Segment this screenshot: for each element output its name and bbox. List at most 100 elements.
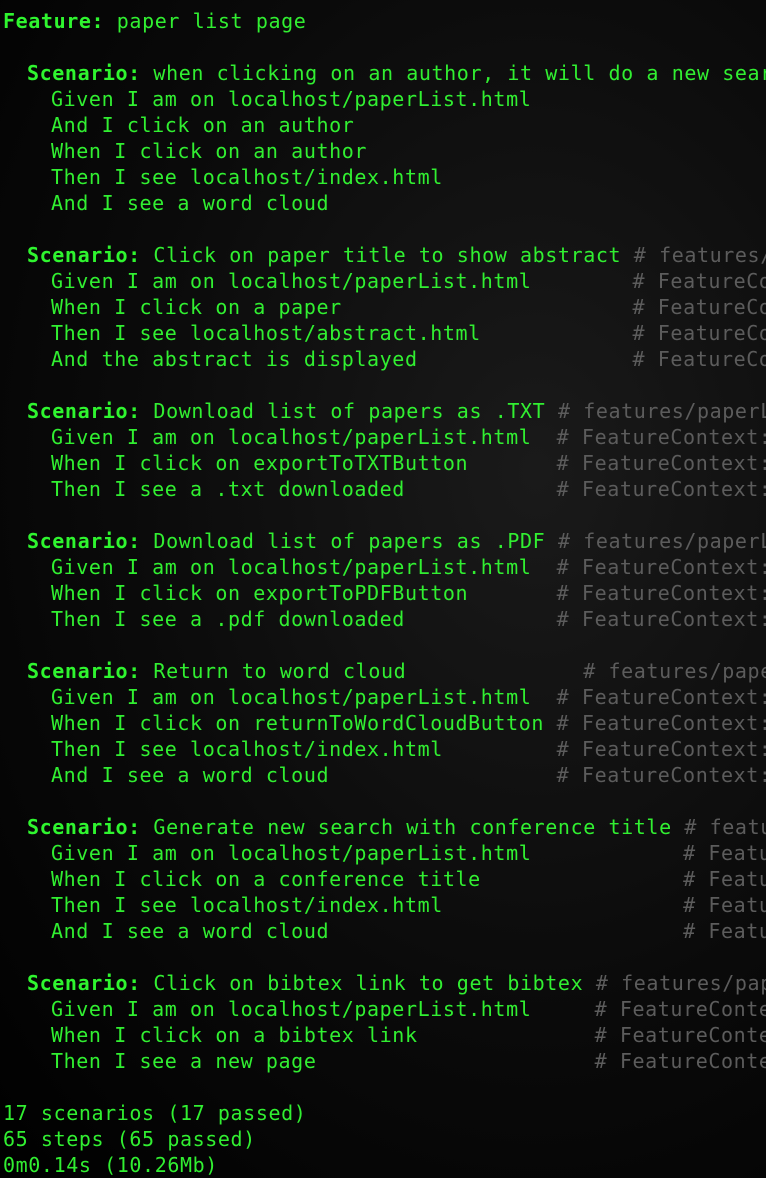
step-text: When I click on exportToPDFButton [51, 581, 557, 605]
step-line: Then I see localhost/index.html # Featur… [51, 892, 766, 918]
step-comment: # FeatureConte [632, 321, 766, 345]
scenario-title: Click on paper title to show abstract [140, 243, 634, 267]
summary-scenarios: 17 scenarios (17 passed) [3, 1101, 307, 1125]
step-comment: # FeatureContext: [594, 1023, 766, 1047]
step-line: And the abstract is displayed # FeatureC… [51, 346, 766, 372]
step-comment: # FeatureContext: [594, 1049, 766, 1073]
scenario-header: Scenario: Return to word cloud # feature… [27, 658, 766, 684]
scenario-comment: # features [684, 815, 766, 839]
step-text: When I click on exportToTXTButton [51, 451, 557, 475]
scenario-comment: # features/paperList [583, 659, 766, 683]
step-text: Then I see a .pdf downloaded [51, 607, 557, 631]
step-line: Then I see a new page # FeatureContext: [51, 1048, 766, 1074]
step-line: Then I see a .pdf downloaded # FeatureCo… [51, 606, 766, 632]
step-comment: # FeatureContext::iS [556, 763, 766, 787]
scenario-keyword: Scenario: [27, 659, 141, 683]
terminal-window: Feature: paper list page Scenario: when … [0, 0, 766, 1178]
step-line: Given I am on localhost/paperList.html #… [51, 840, 766, 866]
step-text: Then I see localhost/index.html [51, 893, 684, 917]
step-text: And I see a word cloud [51, 763, 557, 787]
step-text: Given I am on localhost/paperList.html [51, 841, 684, 865]
scenario-header: Scenario: when clicking on an author, it… [27, 60, 766, 86]
step-comment: # FeatureC [683, 893, 766, 917]
scenario-comment: # features/pap [633, 243, 766, 267]
step-text: When I click on a bibtex link [51, 1023, 595, 1047]
scenario-keyword: Scenario: [27, 243, 141, 267]
step-text: Then I see a .txt downloaded [51, 477, 557, 501]
step-line: Then I see localhost/abstract.html # Fea… [51, 320, 766, 346]
step-comment: # FeatureContext::iS [556, 737, 766, 761]
step-text: Given I am on localhost/paperList.html [51, 555, 557, 579]
scenario-comment: # features/paperL [595, 971, 766, 995]
step-line: Given I am on localhost/paperList.html #… [51, 424, 766, 450]
scenario-comment: # features/paperList [557, 399, 766, 423]
step-text: Then I see localhost/abstract.html [51, 321, 633, 345]
summary-steps: 65 steps (65 passed) [3, 1127, 256, 1151]
scenario-title: Generate new search with conference titl… [140, 815, 685, 839]
step-comment: # FeatureContext::iS [556, 477, 766, 501]
step-comment: # FeatureConte [632, 347, 766, 371]
scenario-header: Scenario: Generate new search with confe… [27, 814, 766, 840]
scenario-keyword: Scenario: [27, 529, 141, 553]
step-text: And I click on an author [51, 113, 355, 137]
step-text: When I click on returnToWordCloudButton [51, 711, 557, 735]
step-text: When I click on a conference title [51, 867, 684, 891]
step-line: When I click on a conference title # Fea… [51, 866, 766, 892]
step-text: And I see a word cloud [51, 191, 330, 215]
scenario-comment: # features/paperList [557, 529, 766, 553]
step-line: When I click on a bibtex link # FeatureC… [51, 1022, 766, 1048]
step-line: And I see a word cloud # FeatureContext:… [51, 762, 766, 788]
step-comment: # FeatureContext::iS [556, 607, 766, 631]
step-text: Then I see localhost/index.html [51, 165, 443, 189]
scenario-keyword: Scenario: [27, 971, 141, 995]
step-comment: # FeatureContext::iA [556, 555, 766, 579]
step-comment: # FeatureC [683, 919, 766, 943]
step-line: Given I am on localhost/paperList.html #… [51, 684, 766, 710]
step-line: Given I am on localhost/paperList.html #… [51, 268, 766, 294]
scenario-header: Scenario: Click on paper title to show a… [27, 242, 766, 268]
step-line: Given I am on localhost/paperList.html #… [51, 996, 766, 1022]
step-comment: # FeatureConte [632, 269, 766, 293]
summary-time: 0m0.14s (10.26Mb) [3, 1153, 218, 1177]
step-line: Given I am on localhost/paperList.html [51, 86, 531, 112]
feature-keyword: Feature: [3, 9, 105, 33]
step-line: And I click on an author [51, 112, 354, 138]
scenario-header: Scenario: Download list of papers as .PD… [27, 528, 766, 554]
scenario-keyword: Scenario: [27, 399, 141, 423]
step-line: When I click on returnToWordCloudButton … [51, 710, 766, 736]
step-text: Given I am on localhost/paperList.html [51, 997, 595, 1021]
step-line: Then I see localhost/index.html [51, 164, 443, 190]
step-line: When I click on an author [51, 138, 367, 164]
step-line: When I click on exportToTXTButton # Feat… [51, 450, 766, 476]
step-comment: # FeatureC [683, 867, 766, 891]
step-comment: # FeatureContext::iC [556, 581, 766, 605]
step-comment: # FeatureC [683, 841, 766, 865]
scenario-title: Click on bibtex link to get bibtex [140, 971, 596, 995]
step-line: Then I see localhost/index.html # Featur… [51, 736, 766, 762]
step-comment: # FeatureContext::iC [556, 451, 766, 475]
step-line: And I see a word cloud # FeatureC [51, 918, 766, 944]
step-comment: # FeatureContext::iA [556, 425, 766, 449]
step-comment: # FeatureContext::iA [556, 685, 766, 709]
step-text: When I click on an author [51, 139, 368, 163]
scenario-title: Download list of papers as .PDF [140, 529, 558, 553]
scenario-title: Return to word cloud [140, 659, 584, 683]
step-text: And the abstract is displayed [51, 347, 633, 371]
scenario-title: Download list of papers as .TXT [140, 399, 558, 423]
step-comment: # FeatureContext::iC [556, 711, 766, 735]
step-text: Given I am on localhost/paperList.html [51, 269, 633, 293]
step-line: When I click on exportToPDFButton # Feat… [51, 580, 766, 606]
scenario-keyword: Scenario: [27, 61, 141, 85]
scenario-keyword: Scenario: [27, 815, 141, 839]
step-text: Then I see localhost/index.html [51, 737, 557, 761]
step-line: Then I see a .txt downloaded # FeatureCo… [51, 476, 766, 502]
step-text: Given I am on localhost/paperList.html [51, 87, 532, 111]
step-comment: # FeatureContext: [594, 997, 766, 1021]
feature-title: paper list page [104, 9, 307, 33]
step-line: Given I am on localhost/paperList.html #… [51, 554, 766, 580]
step-text: Then I see a new page [51, 1049, 595, 1073]
step-line: When I click on a paper # FeatureConte [51, 294, 766, 320]
step-text: Given I am on localhost/paperList.html [51, 425, 557, 449]
step-text: When I click on a paper [51, 295, 633, 319]
scenario-header: Scenario: Click on bibtex link to get bi… [27, 970, 766, 996]
